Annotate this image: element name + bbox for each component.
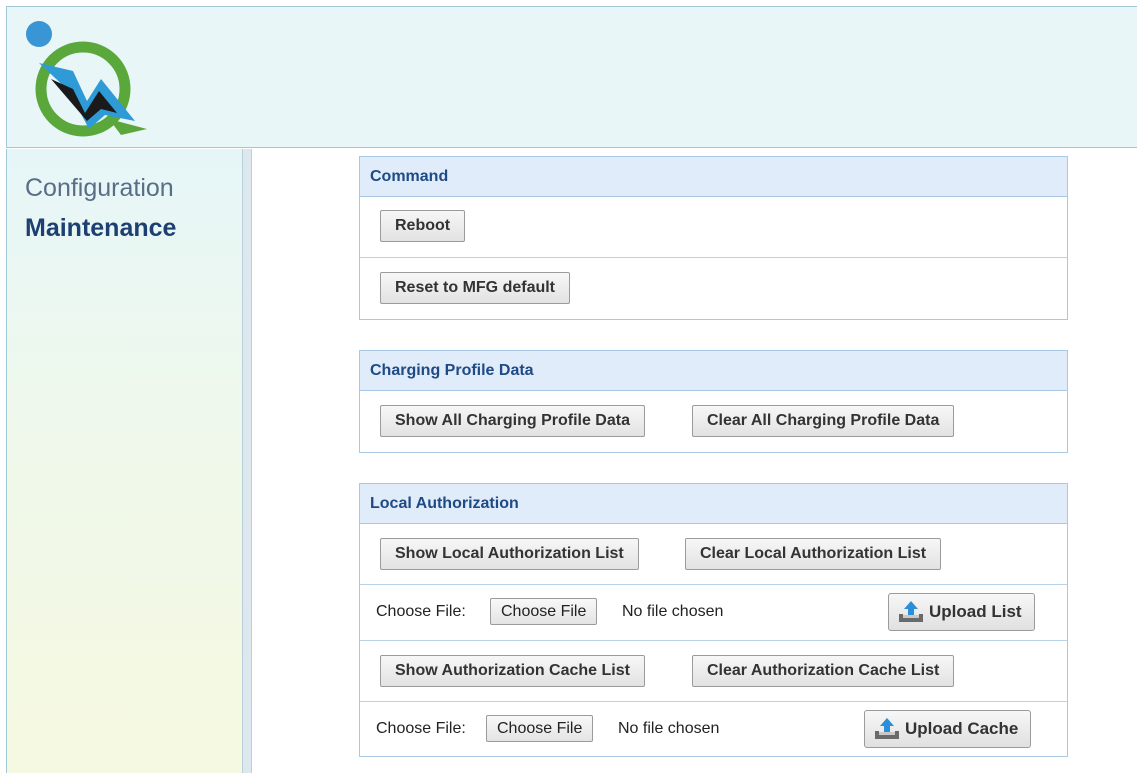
command-row-reboot: Reboot (360, 197, 1067, 258)
choose-file-label: Choose File: (376, 720, 466, 737)
auth-list-row: Show Local Authorization List Clear Loca… (360, 524, 1067, 585)
clear-local-auth-list-button[interactable]: Clear Local Authorization List (685, 538, 942, 570)
charging-row: Show All Charging Profile Data Clear All… (360, 391, 1067, 452)
section-title: Command (360, 157, 1067, 197)
choose-file-button[interactable]: Choose File (490, 598, 598, 625)
sidebar-splitter[interactable] (242, 149, 252, 773)
file-status-text: No file chosen (622, 603, 724, 620)
show-auth-cache-list-button[interactable]: Show Authorization Cache List (380, 655, 645, 687)
upload-list-row: Choose File: Choose File No file chosen … (360, 585, 1067, 641)
auth-cache-row: Show Authorization Cache List Clear Auth… (360, 641, 1067, 702)
command-section: Command Reboot Reset to MFG default (359, 156, 1068, 320)
local-authorization-section: Local Authorization Show Local Authoriza… (359, 483, 1068, 757)
upload-cache-label: Upload Cache (905, 719, 1019, 738)
upload-cache-row: Choose File: Choose File No file chosen … (360, 702, 1067, 756)
file-status-text: No file chosen (618, 720, 720, 737)
clear-auth-cache-list-button[interactable]: Clear Authorization Cache List (692, 655, 955, 687)
upload-icon (899, 601, 923, 622)
sidebar-item-configuration[interactable]: Configuration (25, 174, 174, 203)
brand-logo[interactable] (17, 17, 147, 141)
upload-cache-button[interactable]: Upload Cache (864, 710, 1032, 748)
charging-profile-section: Charging Profile Data Show All Charging … (359, 350, 1068, 453)
choose-file-label: Choose File: (376, 603, 466, 620)
clear-charging-profile-button[interactable]: Clear All Charging Profile Data (692, 405, 955, 437)
show-charging-profile-button[interactable]: Show All Charging Profile Data (380, 405, 645, 437)
sidebar-item-maintenance[interactable]: Maintenance (25, 214, 176, 243)
header-banner (6, 6, 1137, 148)
show-local-auth-list-button[interactable]: Show Local Authorization List (380, 538, 639, 570)
choose-file-button[interactable]: Choose File (486, 715, 594, 742)
sidebar: Configuration Maintenance (6, 149, 243, 773)
reboot-button[interactable]: Reboot (380, 210, 466, 242)
reset-mfg-default-button[interactable]: Reset to MFG default (380, 272, 571, 304)
upload-list-button[interactable]: Upload List (888, 593, 1035, 631)
section-title: Charging Profile Data (360, 351, 1067, 391)
upload-icon (875, 718, 899, 739)
section-title: Local Authorization (360, 484, 1067, 524)
upload-list-label: Upload List (929, 602, 1022, 621)
command-row-reset: Reset to MFG default (360, 258, 1067, 319)
